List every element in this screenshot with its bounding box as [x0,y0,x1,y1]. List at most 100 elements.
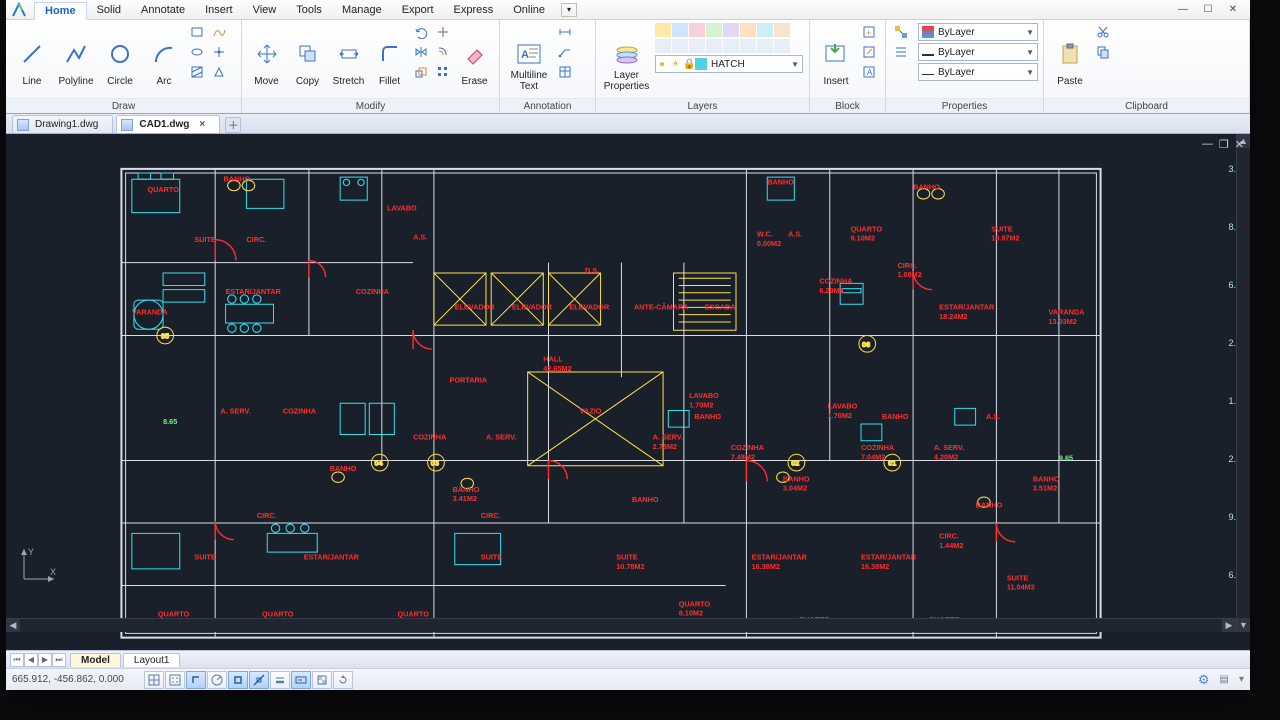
svg-text:HALL: HALL [543,355,563,364]
lineweight-toggle[interactable] [270,671,290,689]
copy-clip-icon[interactable] [1094,43,1112,61]
cycling-toggle[interactable] [333,671,353,689]
menu-tab-express[interactable]: Express [444,2,504,18]
svg-text:A: A [867,68,873,77]
horizontal-scrollbar[interactable]: ◀▶ [6,618,1236,632]
menu-tab-home[interactable]: Home [34,2,87,20]
tab-nav-next-icon[interactable]: ▶ [38,653,52,667]
arc-button[interactable]: Arc [144,23,184,93]
spline-icon[interactable] [210,23,228,41]
rectangle-icon[interactable] [188,23,206,41]
polar-toggle[interactable] [207,671,227,689]
scroll-right-icon[interactable]: ▶ [1222,619,1236,632]
close-tab-icon[interactable]: × [199,119,205,130]
ortho-toggle[interactable] [186,671,206,689]
dyn-input-toggle[interactable] [291,671,311,689]
match-properties-icon[interactable] [892,23,910,41]
trim-icon[interactable] [434,23,452,41]
scroll-left-icon[interactable]: ◀ [6,619,20,632]
snap-toggle[interactable] [144,671,164,689]
layout-tab-model[interactable]: Model [70,653,121,667]
multiline-text-button[interactable]: AMultiline Text [506,23,552,93]
svg-text:A: A [521,49,529,61]
move-button[interactable]: Move [248,23,285,93]
array-icon[interactable] [434,63,452,81]
menu-tab-annotate[interactable]: Annotate [131,2,195,18]
offset-icon[interactable] [434,43,452,61]
hatch-icon[interactable] [188,63,206,81]
color-dropdown[interactable]: ByLayer▼ [918,23,1038,41]
list-icon[interactable] [892,43,910,61]
dimension-icon[interactable] [556,23,574,41]
linetype-dropdown[interactable]: ByLayer▼ [918,63,1038,81]
layer-properties-button[interactable]: Layer Properties [602,23,651,93]
document-tab[interactable]: CAD1.dwg× [116,115,220,133]
polyline-button[interactable]: Polyline [56,23,96,93]
menu-tab-view[interactable]: View [243,2,287,18]
menu-tab-export[interactable]: Export [392,2,444,18]
edit-block-icon[interactable] [860,43,878,61]
viewport-restore-icon[interactable]: ❐ [1219,138,1229,151]
panel-layers: Layer Properties ● ☀ 🔒 HATCH ▼ [596,20,810,113]
tab-nav-prev-icon[interactable]: ◀ [24,653,38,667]
tab-nav-last-icon[interactable]: ⏭ [52,653,66,667]
otrack-toggle[interactable] [249,671,269,689]
new-tab-button[interactable]: ＋ [225,117,241,133]
current-layer-dropdown[interactable]: ● ☀ 🔒 HATCH ▼ [655,55,803,73]
erase-button[interactable]: Erase [456,23,493,93]
window-minimize-icon[interactable]: — [1172,2,1194,16]
ucs-icon: YX [18,543,60,588]
grid-toggle[interactable] [165,671,185,689]
status-expand-icon[interactable]: ▾ [1239,674,1244,685]
ellipse-icon[interactable] [188,43,206,61]
svg-text:CIRC.: CIRC. [897,261,917,270]
drawing-canvas[interactable]: ◂▸ — ❐ ✕ [6,134,1250,650]
svg-text:CIRC.: CIRC. [481,511,501,520]
scale-icon[interactable] [412,63,430,81]
copy-button[interactable]: Copy [289,23,326,93]
block-attr-icon[interactable]: A [860,63,878,81]
document-tab[interactable]: Drawing1.dwg [12,115,113,133]
mirror-icon[interactable] [412,43,430,61]
rotate-icon[interactable] [412,23,430,41]
status-menu-icon[interactable]: ▤ [1220,674,1229,685]
fillet-button[interactable]: Fillet [371,23,408,93]
region-icon[interactable] [210,63,228,81]
layer-tool-icons[interactable] [655,39,803,53]
vertical-scrollbar[interactable]: ▲▼ [1236,134,1250,632]
create-block-icon[interactable]: + [860,23,878,41]
ribbon-overflow-icon[interactable]: ▾ [561,3,577,17]
line-button[interactable]: Line [12,23,52,93]
panel-block: Insert + A Block [810,20,886,113]
menu-tab-solid[interactable]: Solid [87,2,131,18]
floor-plan-drawing: 05 04 03 06 02 01 SUITEQUARTOBANHOCIRC.V… [46,148,1176,648]
viewport-close-icon[interactable]: ✕ [1235,138,1244,151]
menu-tab-manage[interactable]: Manage [332,2,392,18]
scroll-down-icon[interactable]: ▼ [1237,618,1250,632]
table-icon[interactable] [556,63,574,81]
layer-state-icons[interactable] [655,23,803,37]
settings-gear-icon[interactable]: ⚙ [1198,672,1210,688]
lineweight-dropdown[interactable]: ByLayer▼ [918,43,1038,61]
svg-text:BANHO: BANHO [453,485,480,494]
viewport-minimize-icon[interactable]: — [1202,138,1213,151]
window-close-icon[interactable]: ✕ [1222,2,1244,16]
svg-text:7.48M2: 7.48M2 [731,452,755,461]
point-icon[interactable] [210,43,228,61]
window-maximize-icon[interactable]: ☐ [1197,2,1219,16]
leader-icon[interactable] [556,43,574,61]
panel-draw: Line Polyline Circle Arc Draw [6,20,242,113]
circle-button[interactable]: Circle [100,23,140,93]
insert-block-button[interactable]: Insert [816,23,856,93]
tab-nav-first-icon[interactable]: ⏮ [10,653,24,667]
cut-icon[interactable] [1094,23,1112,41]
stretch-button[interactable]: Stretch [330,23,367,93]
svg-text:10.97M2: 10.97M2 [991,234,1019,243]
layout-tab-layout1[interactable]: Layout1 [123,653,181,667]
paste-button[interactable]: Paste [1050,23,1090,93]
osnap-toggle[interactable] [228,671,248,689]
menu-tab-online[interactable]: Online [503,2,555,18]
transparency-toggle[interactable] [312,671,332,689]
menu-tab-tools[interactable]: Tools [286,2,332,18]
menu-tab-insert[interactable]: Insert [195,2,243,18]
